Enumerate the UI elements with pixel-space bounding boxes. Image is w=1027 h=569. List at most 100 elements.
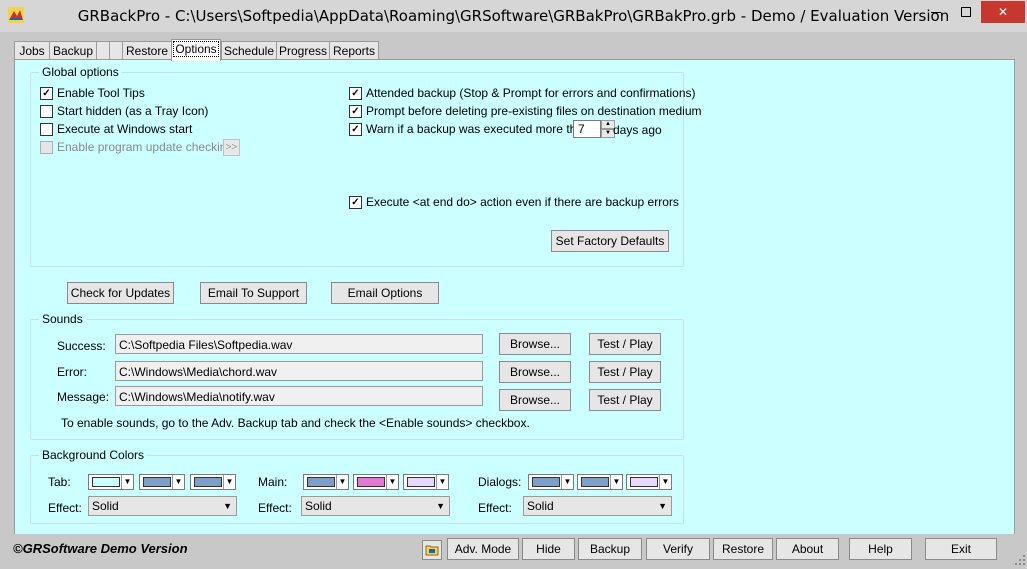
options-panel: Global options ✓ Enable Tool Tips Start …	[14, 59, 1015, 536]
dialogs-effect-select[interactable]: Solid ▼	[523, 496, 672, 516]
main-effect-select[interactable]: Solid ▼	[301, 496, 450, 516]
close-button[interactable]: ✕	[981, 1, 1025, 23]
prompt-delete-label: Prompt before deleting pre-existing file…	[366, 104, 702, 118]
color-swatch	[630, 477, 658, 487]
warn-days-value[interactable]: 7	[573, 120, 601, 138]
email-support-button[interactable]: Email To Support	[200, 282, 307, 304]
execute-at-end-label: Execute <at end do> action even if there…	[366, 195, 679, 209]
title-bar[interactable]: GRBackPro - C:\Users\Softpedia\AppData\R…	[0, 0, 1027, 32]
dropdown-arrow-icon: ▼	[386, 475, 398, 489]
exit-button[interactable]: Exit	[925, 538, 997, 560]
chevron-down-icon: ▼	[436, 501, 445, 511]
error-browse-button[interactable]: Browse...	[499, 361, 571, 383]
adv-mode-button[interactable]: Adv. Mode	[447, 538, 519, 560]
attended-backup-checkbox[interactable]: ✓ Attended backup (Stop & Prompt for err…	[349, 85, 696, 101]
tab-progress[interactable]: Progress	[276, 41, 330, 60]
color-swatch	[307, 477, 335, 487]
help-button[interactable]: Help	[849, 538, 912, 560]
resize-grip-icon[interactable]	[1014, 554, 1026, 566]
warn-days-spinner[interactable]: 7 ▲ ▼	[573, 120, 615, 138]
chevron-down-icon: ▼	[658, 501, 667, 511]
error-sound-path[interactable]: C:\Windows\Media\chord.wav	[115, 361, 483, 381]
folder-button[interactable]	[422, 540, 442, 560]
color-swatch	[194, 477, 222, 487]
check-updates-button[interactable]: Check for Updates	[67, 282, 174, 304]
color-swatch	[92, 477, 120, 487]
global-options-group: Global options ✓ Enable Tool Tips Start …	[30, 65, 702, 267]
tab-effect-value: Solid	[92, 499, 119, 513]
update-more-button[interactable]: >>	[223, 139, 240, 156]
tab-jobs[interactable]: Jobs	[14, 41, 50, 60]
tab-reports[interactable]: Reports	[329, 41, 379, 60]
color-swatch	[581, 477, 609, 487]
tab-colors-label: Tab:	[48, 475, 71, 489]
background-colors-label: Background Colors	[39, 448, 148, 462]
message-sound-path[interactable]: C:\Windows\Media\notify.wav	[115, 386, 483, 406]
tab-backup[interactable]: Backup	[49, 41, 97, 60]
about-button[interactable]: About	[776, 538, 839, 560]
global-options-label: Global options	[39, 65, 122, 79]
prompt-delete-checkbox[interactable]: ✓ Prompt before deleting pre-existing fi…	[349, 103, 702, 119]
start-hidden-checkbox[interactable]: Start hidden (as a Tray Icon)	[40, 103, 208, 119]
set-factory-defaults-button[interactable]: Set Factory Defaults	[551, 230, 669, 252]
enable-update-check-checkbox[interactable]: Enable program update checking	[40, 139, 233, 155]
minimize-button[interactable]	[921, 1, 951, 23]
dialog-color-3-picker[interactable]: ▼	[626, 474, 672, 490]
maximize-button[interactable]	[951, 1, 981, 23]
email-options-button[interactable]: Email Options	[331, 282, 439, 304]
enable-tool-tips-label: Enable Tool Tips	[57, 86, 145, 100]
sounds-group: Sounds Success: C:\Softpedia Files\Softp…	[30, 312, 684, 440]
color-swatch	[143, 477, 171, 487]
message-browse-button[interactable]: Browse...	[499, 389, 571, 411]
success-sound-path[interactable]: C:\Softpedia Files\Softpedia.wav	[115, 334, 483, 354]
minimize-icon	[931, 12, 941, 13]
hide-button[interactable]: Hide	[522, 538, 575, 560]
check-icon: ✓	[349, 195, 362, 209]
main-colors-label: Main:	[258, 475, 288, 489]
tab-color-3-picker[interactable]: ▼	[190, 474, 236, 490]
tab-schedule[interactable]: Schedule	[221, 41, 277, 60]
dropdown-arrow-icon: ▼	[336, 475, 348, 489]
check-icon: ✓	[349, 104, 362, 118]
execute-at-end-checkbox[interactable]: ✓ Execute <at end do> action even if the…	[349, 194, 679, 210]
dialog-color-2-picker[interactable]: ▼	[577, 474, 623, 490]
main-color-1-picker[interactable]: ▼	[303, 474, 349, 490]
main-color-3-picker[interactable]: ▼	[403, 474, 449, 490]
tab-effect-select[interactable]: Solid ▼	[88, 496, 237, 516]
error-sound-label: Error:	[57, 365, 87, 379]
success-browse-button[interactable]: Browse...	[499, 333, 571, 355]
maximize-icon	[961, 7, 971, 17]
tab-restore[interactable]: Restore	[122, 41, 172, 60]
main-effect-value: Solid	[305, 499, 332, 513]
warn-backup-checkbox[interactable]: ✓ Warn if a backup was executed more tha…	[349, 121, 590, 137]
verify-button[interactable]: Verify	[646, 538, 710, 560]
tab-blank-1[interactable]	[96, 41, 110, 60]
tab-color-2-picker[interactable]: ▼	[139, 474, 185, 490]
message-test-play-button[interactable]: Test / Play	[589, 389, 661, 411]
checkbox-box	[40, 140, 53, 154]
dropdown-arrow-icon: ▼	[659, 475, 671, 489]
folder-icon	[425, 545, 439, 556]
check-icon: ✓	[40, 86, 53, 100]
dropdown-arrow-icon: ▼	[121, 475, 133, 489]
enable-update-check-label: Enable program update checking	[57, 140, 234, 154]
app-window: GRBackPro - C:\Users\Softpedia\AppData\R…	[0, 0, 1027, 569]
success-sound-label: Success:	[57, 339, 106, 353]
dropdown-arrow-icon: ▼	[610, 475, 622, 489]
checkbox-box	[40, 104, 53, 118]
chevron-down-icon: ▼	[223, 501, 232, 511]
main-color-2-picker[interactable]: ▼	[353, 474, 399, 490]
tab-blank-2[interactable]	[109, 41, 123, 60]
restore-button[interactable]: Restore	[713, 538, 773, 560]
tab-options[interactable]: Options	[171, 39, 221, 61]
enable-tool-tips-checkbox[interactable]: ✓ Enable Tool Tips	[40, 85, 145, 101]
backup-button[interactable]: Backup	[578, 538, 642, 560]
sounds-label: Sounds	[39, 312, 86, 326]
tab-color-1-picker[interactable]: ▼	[88, 474, 134, 490]
success-test-play-button[interactable]: Test / Play	[589, 333, 661, 355]
dialog-color-1-picker[interactable]: ▼	[528, 474, 574, 490]
warn-backup-label: Warn if a backup was executed more than	[366, 122, 590, 136]
error-test-play-button[interactable]: Test / Play	[589, 361, 661, 383]
background-colors-group: Background Colors Tab: ▼ ▼ ▼ Effect: Sol…	[30, 448, 684, 524]
execute-at-start-checkbox[interactable]: Execute at Windows start	[40, 121, 192, 137]
